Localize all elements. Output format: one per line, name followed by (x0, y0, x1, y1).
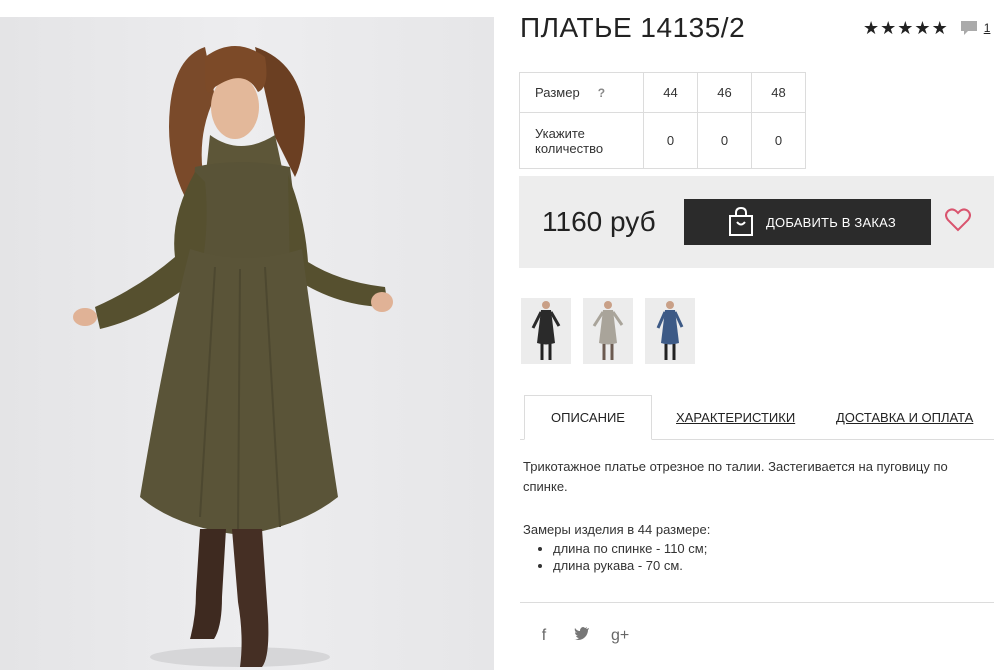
size-46: 46 (697, 72, 752, 113)
quantity-input-48[interactable]: 0 (751, 112, 806, 169)
product-price: 1160 руб (542, 206, 656, 237)
dress-model-image (0, 17, 494, 670)
rating-stars[interactable]: ★ ★ ★ ★ ★ (863, 19, 948, 37)
thumbnail-black-dress[interactable] (521, 298, 571, 364)
social-share: f g+ (535, 626, 629, 645)
black-dress-thumbnail-image (521, 298, 571, 364)
star-icon[interactable]: ★ (863, 19, 879, 37)
size-label-cell: Размер? (519, 72, 644, 113)
description-paragraph: Трикотажное платье отрезное по талии. За… (523, 459, 948, 494)
thumbnail-gallery (521, 298, 695, 364)
comment-icon (960, 21, 977, 35)
add-to-order-button[interactable]: ДОБАВИТЬ В ЗАКАЗ (684, 199, 931, 245)
list-item: длина рукава - 70 см. (553, 557, 710, 574)
size-help-icon[interactable]: ? (598, 86, 605, 100)
add-to-order-label: ДОБАВИТЬ В ЗАКАЗ (766, 214, 896, 230)
blue-dress-thumbnail-image (645, 298, 695, 364)
size-quantity-table: Размер? 44 46 48 Укажите количество 0 0 … (519, 72, 806, 169)
heart-icon[interactable] (945, 207, 971, 233)
tab-characteristics[interactable]: ХАРАКТЕРИСТИКИ (676, 395, 795, 439)
purchase-box: 1160 руб ДОБАВИТЬ В ЗАКАЗ (519, 176, 994, 268)
quantity-input-44[interactable]: 0 (643, 112, 698, 169)
quantity-label: Укажите количество (519, 112, 644, 169)
star-icon[interactable]: ★ (932, 19, 948, 37)
star-icon[interactable]: ★ (897, 19, 913, 37)
tab-description[interactable]: ОПИСАНИЕ (524, 395, 652, 440)
grey-dress-thumbnail-image (583, 298, 633, 364)
twitter-icon[interactable] (573, 626, 591, 645)
list-item: длина по спинке - 110 см; (553, 540, 710, 557)
tab-delivery-payment[interactable]: ДОСТАВКА И ОПЛАТА (836, 395, 973, 439)
rating-block: ★ ★ ★ ★ ★ 1 (863, 19, 990, 37)
twitter-bird-icon (574, 627, 589, 640)
product-main-photo[interactable] (0, 17, 494, 670)
shopping-bag-icon (729, 207, 753, 236)
facebook-icon[interactable]: f (535, 627, 553, 645)
measures-title: Замеры изделия в 44 размере: (523, 522, 711, 537)
measures-list: длина по спинке - 110 см; длина рукава -… (523, 540, 710, 574)
quantity-input-46[interactable]: 0 (697, 112, 752, 169)
star-icon[interactable]: ★ (880, 19, 896, 37)
size-44: 44 (643, 72, 698, 113)
google-plus-icon[interactable]: g+ (611, 627, 629, 645)
thumbnail-blue-dress[interactable] (645, 298, 695, 364)
star-icon[interactable]: ★ (914, 19, 930, 37)
review-count-link[interactable]: 1 (984, 21, 991, 35)
divider (520, 602, 994, 603)
product-title: ПЛАТЬЕ 14135/2 (520, 12, 746, 43)
size-48: 48 (751, 72, 806, 113)
description-text: Трикотажное платье отрезное по талии. За… (523, 457, 973, 497)
thumbnail-grey-dress[interactable] (583, 298, 633, 364)
measures-block: Замеры изделия в 44 размере: длина по сп… (523, 521, 710, 574)
product-tabs: ОПИСАНИЕ ХАРАКТЕРИСТИКИ ДОСТАВКА И ОПЛАТ… (520, 395, 994, 440)
size-label: Размер (535, 85, 580, 100)
